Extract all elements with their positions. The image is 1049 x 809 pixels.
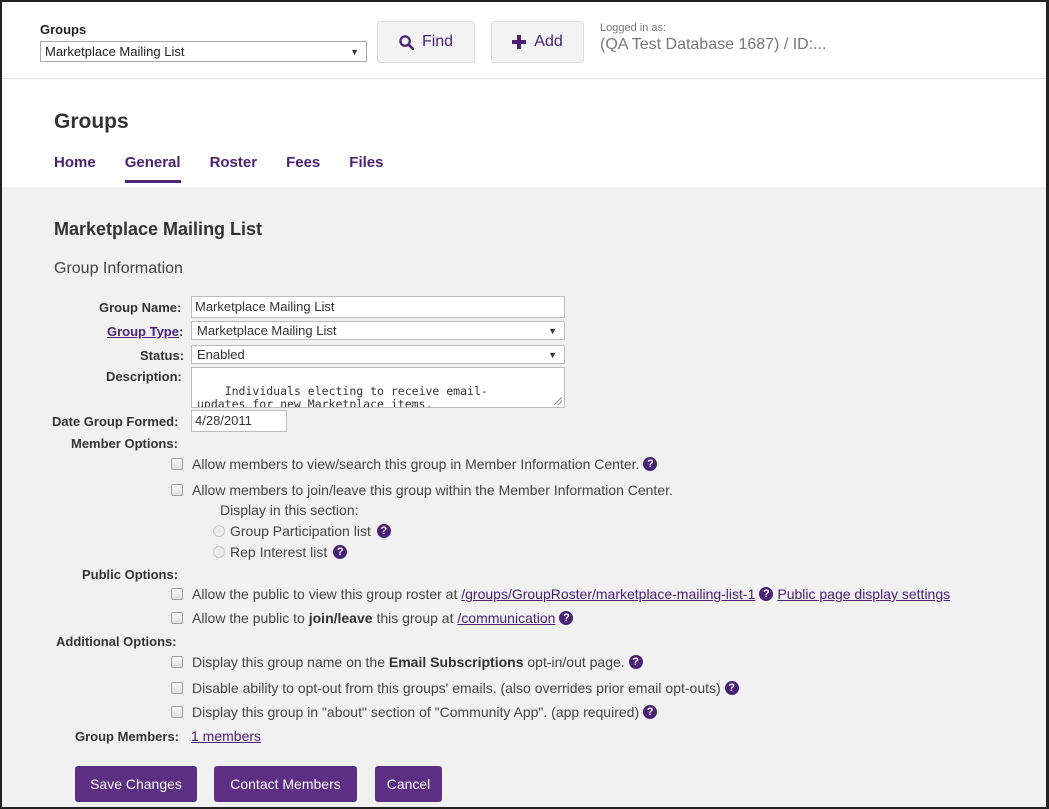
help-icon[interactable]: ? (333, 545, 348, 559)
option-disable-optout: Disable ability to opt-out from this gro… (171, 680, 739, 696)
description-textarea[interactable]: Individuals electing to receive email- u… (191, 367, 565, 408)
disable-optout-checkbox[interactable] (171, 682, 183, 694)
additional-options-label: Additional Options: (56, 634, 177, 649)
option-member-join: Allow members to join/leave this group w… (171, 482, 673, 498)
chevron-down-icon: ▼ (548, 350, 557, 360)
group-name-label: Group Name: (99, 300, 182, 315)
communication-link[interactable]: /communication (457, 610, 555, 626)
help-icon[interactable]: ? (724, 681, 739, 695)
group-name-input[interactable]: Marketplace Mailing List (191, 296, 565, 318)
logged-in-label: Logged in as: (600, 22, 667, 34)
email-subscriptions-checkbox[interactable] (171, 656, 183, 668)
public-join-prefix: Allow the public to (192, 610, 305, 626)
status-select[interactable]: Enabled ▼ (191, 345, 565, 364)
help-icon[interactable]: ? (643, 457, 658, 471)
group-members-link[interactable]: 1 members (191, 728, 261, 744)
member-join-text: Allow members to join/leave this group w… (192, 482, 673, 498)
description-text: Individuals electing to receive email- u… (197, 384, 488, 408)
public-join-checkbox[interactable] (171, 612, 183, 624)
roster-link[interactable]: /groups/GroupRoster/marketplace-mailing-… (461, 586, 755, 602)
tab-bar: Home General Roster Fees Files (54, 154, 412, 183)
add-button-label: Add (534, 33, 563, 50)
resize-grip-icon[interactable] (554, 397, 562, 405)
participation-radio[interactable] (213, 525, 225, 537)
group-type-value: Marketplace Mailing List (197, 323, 337, 338)
group-select-value: Marketplace Mailing List (45, 44, 185, 59)
date-formed-input[interactable]: 4/28/2011 (191, 410, 287, 432)
section-heading: Group Information (54, 260, 183, 277)
tab-fees[interactable]: Fees (286, 154, 320, 183)
find-button-label: Find (421, 33, 454, 50)
option-community-app: Display this group in "about" section of… (171, 704, 658, 720)
option-rep-interest: Rep Interest list ? (213, 544, 348, 560)
group-picker: Groups Marketplace Mailing List ▼ (40, 22, 367, 62)
add-button[interactable]: Add (491, 21, 584, 63)
tab-home[interactable]: Home (54, 154, 96, 183)
group-picker-label: Groups (40, 22, 87, 37)
public-join-middle: this group at (376, 610, 454, 626)
public-view-checkbox[interactable] (171, 588, 183, 600)
participation-text: Group Participation list (230, 523, 371, 539)
community-app-checkbox[interactable] (171, 706, 183, 718)
rep-interest-text: Rep Interest list (230, 544, 328, 560)
email-subs-prefix: Display this group name on the (192, 654, 385, 670)
group-type-colon: : (178, 324, 184, 339)
email-subs-bold: Email Subscriptions (388, 654, 524, 670)
help-icon[interactable]: ? (628, 655, 643, 669)
contact-members-button[interactable]: Contact Members (214, 766, 357, 802)
save-changes-button[interactable]: Save Changes (75, 766, 197, 802)
logged-in-info: Logged in as: (QA Test Database 1687) / … (600, 22, 826, 54)
group-members-value: 1 members (191, 728, 261, 744)
status-value: Enabled (197, 347, 245, 362)
option-email-subscriptions: Display this group name on the Email Sub… (171, 654, 643, 670)
display-settings-link[interactable]: Public page display settings (777, 586, 950, 602)
member-options-label: Member Options: (71, 436, 178, 451)
group-type-label: Group Type: (107, 324, 183, 339)
status-label: Status: (140, 348, 185, 363)
option-member-view: Allow members to view/search this group … (171, 456, 658, 472)
help-icon[interactable]: ? (643, 705, 658, 719)
find-button[interactable]: Find (377, 21, 475, 63)
search-icon (399, 34, 414, 50)
group-heading: Marketplace Mailing List (54, 219, 263, 239)
top-bar: Groups Marketplace Mailing List ▼ Find A… (2, 2, 1046, 79)
public-options-label: Public Options: (82, 567, 179, 582)
date-formed-label: Date Group Formed: (52, 414, 179, 429)
rep-interest-radio[interactable] (213, 546, 225, 558)
chevron-down-icon: ▼ (350, 47, 359, 57)
group-members-label: Group Members: (75, 729, 180, 744)
help-icon[interactable]: ? (759, 587, 774, 601)
member-view-checkbox[interactable] (171, 458, 183, 470)
public-join-bold: join/leave (308, 610, 373, 626)
group-select[interactable]: Marketplace Mailing List ▼ (40, 41, 367, 62)
tab-general[interactable]: General (124, 154, 181, 183)
help-icon[interactable]: ? (376, 524, 391, 538)
tab-roster[interactable]: Roster (210, 154, 258, 183)
help-icon[interactable]: ? (559, 611, 574, 625)
cancel-button[interactable]: Cancel (375, 766, 442, 802)
group-type-select[interactable]: Marketplace Mailing List ▼ (191, 321, 565, 340)
public-view-text: Allow the public to view this group rost… (192, 586, 458, 602)
logged-in-user: (QA Test Database 1687) / ID:... (600, 36, 827, 53)
display-in-section-label: Display in this section: (220, 502, 359, 518)
group-type-link[interactable]: Group Type (107, 324, 179, 339)
email-subs-suffix: opt-in/out page. (527, 654, 625, 670)
tab-files[interactable]: Files (349, 154, 383, 183)
option-public-join: Allow the public to join/leave this grou… (171, 610, 574, 626)
community-app-text: Display this group in "about" section of… (192, 704, 640, 720)
member-view-text: Allow members to view/search this group … (192, 456, 640, 472)
description-label: Description: (106, 369, 182, 384)
disable-optout-text: Disable ability to opt-out from this gro… (192, 680, 721, 696)
option-participation: Group Participation list ? (213, 523, 391, 539)
page-title: Groups (54, 110, 129, 133)
member-join-checkbox[interactable] (171, 484, 183, 496)
plus-icon (512, 35, 527, 49)
chevron-down-icon: ▼ (548, 326, 557, 336)
app-frame: Groups Marketplace Mailing List ▼ Find A… (0, 0, 1049, 809)
option-public-view: Allow the public to view this group rost… (171, 586, 950, 602)
